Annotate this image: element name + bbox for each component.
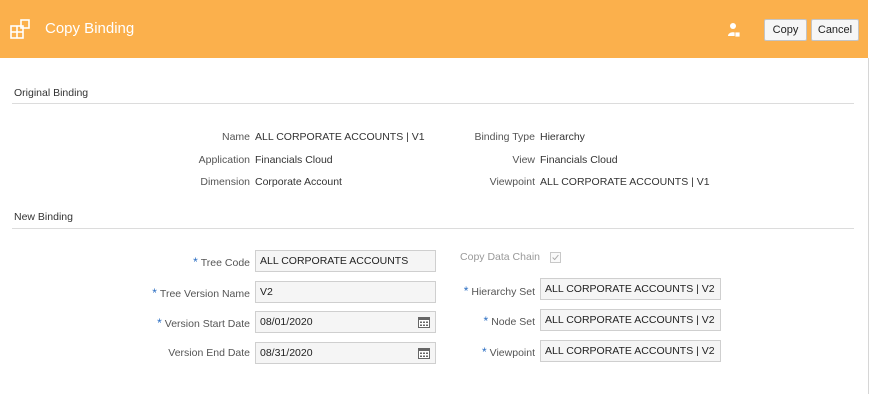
application-value: Financials Cloud	[255, 154, 333, 166]
new-viewpoint-label: * Viewpoint	[481, 345, 535, 359]
required-marker: *	[483, 314, 489, 328]
name-value: ALL CORPORATE ACCOUNTS | V1	[255, 131, 425, 143]
required-marker: *	[152, 286, 157, 300]
version-start-date-value: 08/01/2020	[260, 316, 313, 328]
view-label: View	[512, 154, 535, 166]
view-value: Financials Cloud	[540, 154, 618, 166]
required-marker: *	[481, 345, 487, 359]
version-end-date-label: Version End Date	[168, 347, 250, 359]
application-label: Application	[198, 154, 250, 166]
dimension-value: Corporate Account	[255, 176, 342, 188]
user-lock-icon[interactable]	[727, 22, 741, 38]
tree-version-name-label: * Tree Version Name	[152, 286, 250, 300]
binding-app-icon	[10, 19, 30, 39]
hierarchy-set-field[interactable]: ALL CORPORATE ACCOUNTS | V2	[540, 278, 721, 300]
copy-data-chain-checkbox[interactable]	[550, 252, 561, 263]
version-end-date-field[interactable]: 08/31/2020	[255, 342, 436, 364]
tree-code-field[interactable]: ALL CORPORATE ACCOUNTS	[255, 250, 436, 272]
tree-version-name-field[interactable]: V2	[255, 281, 436, 303]
copy-button[interactable]: Copy	[764, 19, 807, 41]
original-binding-divider	[12, 103, 854, 104]
new-binding-heading: New Binding	[14, 211, 73, 223]
binding-type-value: Hierarchy	[540, 131, 585, 143]
hierarchy-set-label: * Hierarchy Set	[463, 284, 535, 298]
header-bar: Copy Binding Copy Cancel	[0, 0, 870, 58]
node-set-label: * Node Set	[483, 314, 535, 328]
required-marker: *	[193, 255, 198, 269]
required-marker: *	[463, 284, 469, 298]
calendar-icon[interactable]	[418, 316, 430, 328]
cancel-button[interactable]: Cancel	[811, 19, 859, 41]
version-start-date-label: * Version Start Date	[157, 316, 250, 330]
original-binding-heading: Original Binding	[14, 87, 89, 99]
right-divider	[868, 58, 869, 394]
original-viewpoint-label: Viewpoint	[489, 176, 535, 188]
binding-type-label: Binding Type	[474, 131, 535, 143]
version-end-date-value: 08/31/2020	[260, 347, 313, 359]
dimension-label: Dimension	[200, 176, 250, 188]
original-viewpoint-value: ALL CORPORATE ACCOUNTS | V1	[540, 176, 710, 188]
new-binding-divider	[12, 228, 854, 229]
copy-data-chain-label: Copy Data Chain	[460, 251, 540, 263]
required-marker: *	[157, 316, 162, 330]
name-label: Name	[221, 131, 250, 143]
checkmark-icon	[552, 254, 559, 261]
tree-code-label: * Tree Code	[193, 255, 250, 269]
calendar-icon[interactable]	[418, 347, 430, 359]
page-title: Copy Binding	[45, 20, 135, 37]
version-start-date-field[interactable]: 08/01/2020	[255, 311, 436, 333]
node-set-field[interactable]: ALL CORPORATE ACCOUNTS | V2	[540, 309, 721, 331]
new-viewpoint-field[interactable]: ALL CORPORATE ACCOUNTS | V2	[540, 340, 721, 362]
